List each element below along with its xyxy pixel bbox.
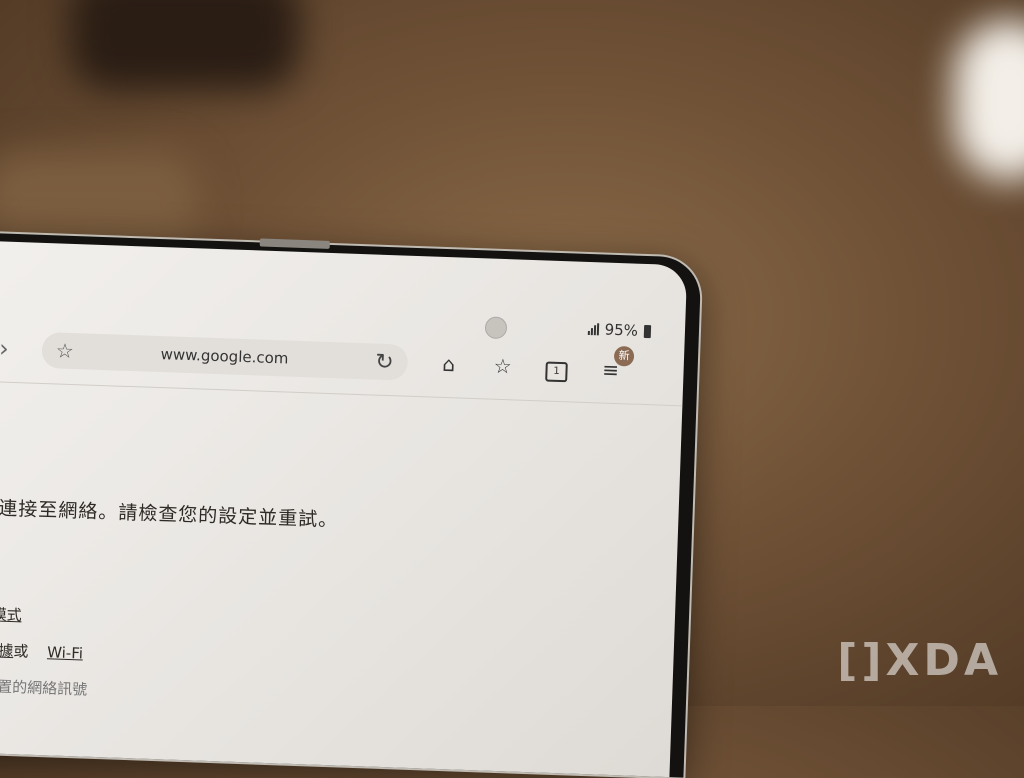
- error-message: 乎未連接至網絡。請檢查您的設定並重試。: [0, 496, 339, 532]
- tabs-button[interactable]: 1: [543, 354, 570, 382]
- xda-watermark-logo: []XDA: [837, 635, 1002, 686]
- phone-hinge: [259, 238, 330, 249]
- chevron-right-icon[interactable]: ›: [0, 334, 24, 363]
- mobile-data-link[interactable]: 流動數據: [0, 640, 14, 660]
- suggestion-airplane: 閉飛行模式: [0, 602, 22, 625]
- battery-level: 95%: [604, 320, 639, 340]
- url-text[interactable]: www.google.com: [74, 342, 376, 371]
- home-icon[interactable]: ⌂: [435, 352, 462, 377]
- signal-icon: [587, 323, 599, 336]
- front-camera: [484, 316, 508, 340]
- background-light-blur: [954, 20, 1024, 180]
- phone-device: 95% › ☆ www.google.com ↻ ⌂ ☆ 1 ≡ 新 乎未連接至…: [0, 232, 702, 778]
- status-bar: 95%: [587, 320, 652, 340]
- menu-icon[interactable]: ≡ 新: [597, 345, 635, 382]
- battery-icon: [643, 324, 652, 338]
- airplane-mode-link[interactable]: 閉飛行模式: [0, 604, 22, 625]
- background-dark-blur: [70, 0, 300, 90]
- suggestion-or: 或: [13, 642, 29, 661]
- suggestion-data: 流動數據或 Wi-Fi: [0, 638, 83, 664]
- new-badge: 新: [613, 345, 635, 367]
- suggestion-network: 所在位置的網絡訊號: [0, 676, 88, 699]
- address-bar[interactable]: ☆ www.google.com ↻: [41, 331, 409, 381]
- tabs-icon: 1: [545, 361, 568, 382]
- wifi-link[interactable]: Wi-Fi: [47, 643, 83, 662]
- offline-page: 乎未連接至網絡。請檢查您的設定並重試。 法： 閉飛行模式 流動數據或 Wi-Fi…: [0, 410, 681, 699]
- star-icon[interactable]: ☆: [56, 338, 75, 363]
- reload-icon[interactable]: ↻: [375, 349, 394, 375]
- phone-screen: 95% › ☆ www.google.com ↻ ⌂ ☆ 1 ≡ 新 乎未連接至…: [0, 240, 688, 778]
- bookmarks-star-icon[interactable]: ☆: [489, 354, 516, 379]
